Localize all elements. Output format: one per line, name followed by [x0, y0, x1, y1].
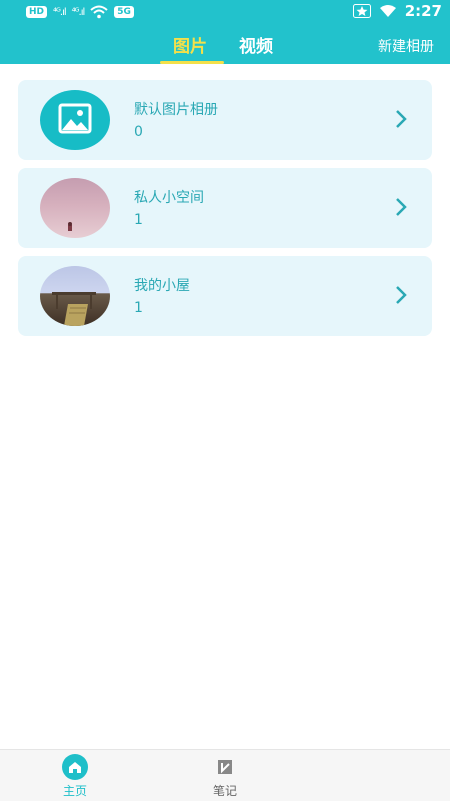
album-count: 1 [134, 300, 143, 316]
pink-photo [68, 222, 72, 231]
album-title: 私人小空间 [134, 190, 204, 206]
album-card[interactable]: 默认图片相册 0 [18, 80, 432, 160]
hd-badge: HD [26, 6, 48, 18]
bottom-nav: 主页 笔记 [0, 749, 450, 801]
clock: 2:27 [404, 2, 442, 20]
album-thumbnail [40, 90, 110, 150]
tab-images[interactable]: 图片 [173, 32, 207, 57]
note-icon [212, 754, 238, 780]
wifi-icon [379, 4, 397, 18]
status-bar: HD ⁴ᴳ.ıl ⁴ᴳ.ıl 5G 2:27 [0, 0, 450, 26]
network-badge: 5G [114, 6, 134, 18]
nav-notes[interactable]: 笔记 [180, 750, 270, 801]
media-tabs: 图片 视频 新建相册 [0, 30, 450, 64]
tab-videos[interactable]: 视频 [239, 32, 273, 57]
chevron-right-icon [396, 198, 407, 216]
signal-icon: ⁴ᴳ.ıl [71, 6, 86, 18]
new-album-button[interactable]: 新建相册 [378, 36, 434, 56]
app-header: HD ⁴ᴳ.ıl ⁴ᴳ.ıl 5G 2:27 图片 视频 新建相册 [0, 0, 450, 64]
status-right: 2:27 [352, 2, 442, 20]
album-title: 我的小屋 [134, 278, 190, 294]
chevron-right-icon [396, 286, 407, 304]
active-tab-indicator [160, 61, 224, 64]
wifi-icon [90, 5, 108, 19]
chevron-right-icon [396, 110, 407, 128]
album-title: 默认图片相册 [134, 102, 218, 118]
home-icon [62, 754, 88, 780]
album-thumbnail [40, 266, 110, 326]
house-photo [52, 292, 96, 326]
album-count: 0 [134, 124, 143, 140]
album-list: 默认图片相册 0 私人小空间 1 我的小屋 1 [18, 80, 432, 344]
album-card[interactable]: 私人小空间 1 [18, 168, 432, 248]
album-count: 1 [134, 212, 143, 228]
album-card[interactable]: 我的小屋 1 [18, 256, 432, 336]
nav-home-label: 主页 [62, 784, 87, 798]
status-left: HD ⁴ᴳ.ıl ⁴ᴳ.ıl 5G [26, 5, 134, 19]
image-icon [58, 103, 92, 134]
album-thumbnail [40, 178, 110, 238]
star-icon [352, 4, 371, 18]
nav-notes-label: 笔记 [212, 784, 237, 798]
nav-home[interactable]: 主页 [30, 750, 120, 801]
signal-icon: ⁴ᴳ.ıl [53, 6, 67, 18]
